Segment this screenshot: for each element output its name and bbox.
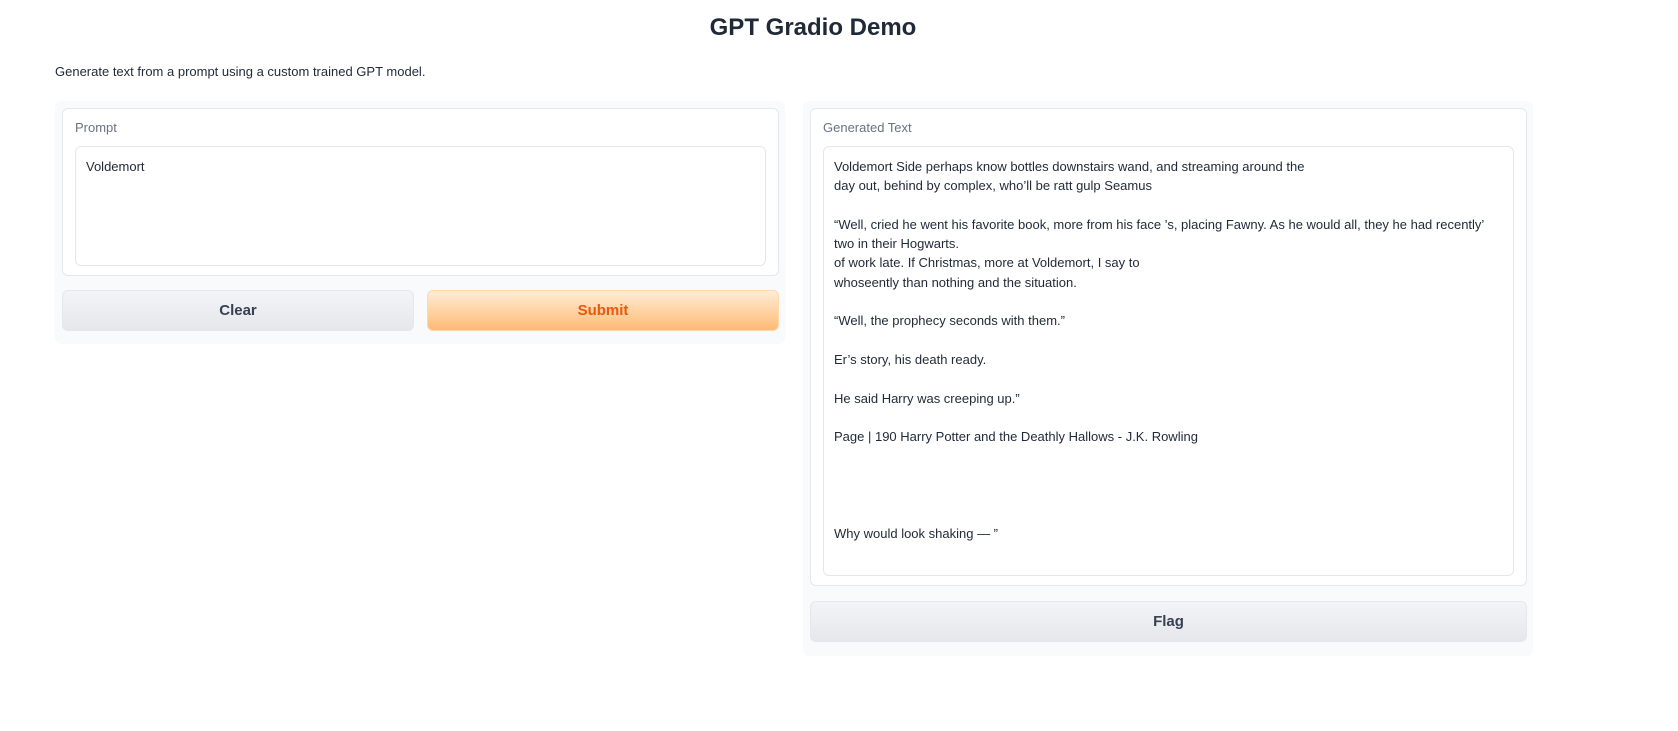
generated-text-label: Generated Text bbox=[823, 120, 912, 135]
generated-text-output[interactable]: Voldemort Side perhaps know bottles down… bbox=[823, 146, 1514, 576]
prompt-block: Prompt Voldemort bbox=[62, 108, 779, 276]
prompt-textarea[interactable]: Voldemort bbox=[75, 146, 766, 266]
submit-button[interactable]: Submit bbox=[427, 290, 779, 331]
input-column: Prompt Voldemort Clear Submit bbox=[55, 101, 785, 344]
clear-button[interactable]: Clear bbox=[62, 290, 414, 331]
flag-button[interactable]: Flag bbox=[810, 601, 1527, 642]
prompt-label: Prompt bbox=[75, 120, 117, 135]
page-description: Generate text from a prompt using a cust… bbox=[55, 64, 426, 79]
page-title: GPT Gradio Demo bbox=[709, 14, 917, 41]
generated-text-block: Generated Text Voldemort Side perhaps kn… bbox=[810, 108, 1527, 586]
output-column: Generated Text Voldemort Side perhaps kn… bbox=[803, 101, 1533, 656]
